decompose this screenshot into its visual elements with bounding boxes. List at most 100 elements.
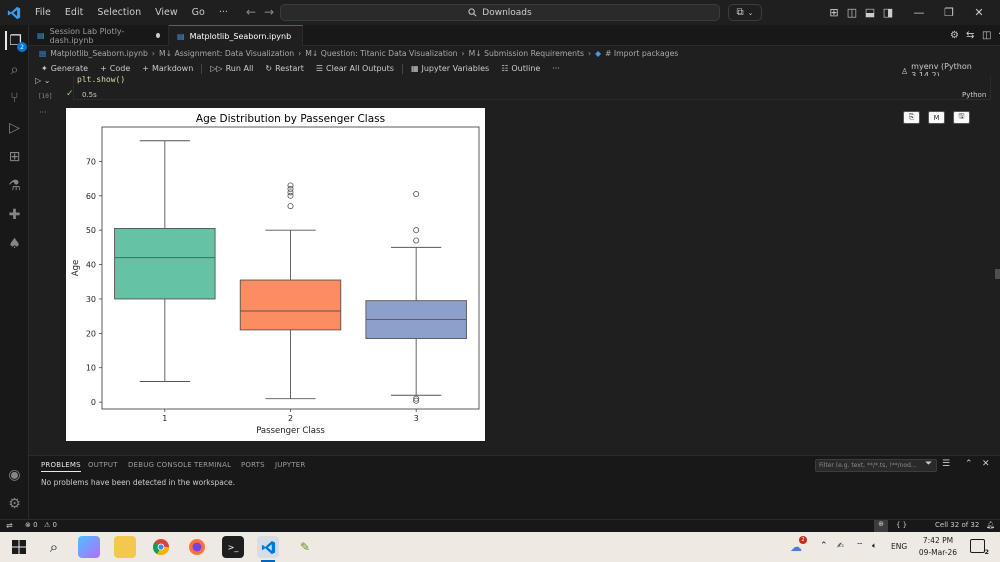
firefox-icon[interactable] [186,536,208,558]
extensions-icon[interactable]: ⊞ [5,147,24,166]
python-icon[interactable]: ✚ [5,205,24,224]
menu-selection[interactable]: Selection [90,7,148,18]
close-panel-icon[interactable]: ✕ [982,459,990,469]
restore-icon[interactable]: ❐ [935,0,963,25]
tab-matplotlib-seaborn[interactable]: ▤ Matplotlib_Seaborn.ipynb [169,25,303,46]
terminal-icon[interactable]: >_ [222,536,244,558]
tab-session-lab[interactable]: ▤ Session Lab Plotly-dash.ipynb [29,25,169,46]
compare-icon[interactable]: ⇆ [966,30,974,41]
save-output-icon[interactable]: 🖫 [953,111,970,124]
app-icon[interactable]: ✎ [294,536,316,558]
chevron-up-icon[interactable]: ⌃ [820,541,828,551]
run-all-button[interactable]: ▷▷ Run All [204,64,259,73]
settings-gear-icon[interactable]: ⚙ [950,30,959,41]
split-editor-icon[interactable]: ◫ [982,30,991,41]
x-axis-label: Passenger Class [256,426,325,436]
add-code-button[interactable]: + Code [94,64,136,73]
tab-output[interactable]: OUTPUT [88,461,118,469]
menu-go[interactable]: Go [185,7,212,18]
volume-icon[interactable]: 🔈︎ [872,541,877,551]
language-indicator[interactable]: ENG [891,542,907,551]
generate-button[interactable]: ✦ Generate [35,64,94,73]
clock-date[interactable]: 09-Mar-26 [916,548,960,557]
breadcrumb-item[interactable]: M↓ Submission Requirements [469,49,584,58]
breadcrumb-item[interactable]: M↓ Question: Titanic Data Visualization [305,49,457,58]
chevron-right-icon: › [461,49,465,58]
menu-file[interactable]: File [28,7,58,18]
outlier-point [413,191,420,198]
jupyter-variables-button[interactable]: ▦ Jupyter Variables [405,64,495,73]
problems-filter-input[interactable]: Filter (e.g. text, **/*.ts, !**/nod... [815,459,937,472]
y-axis-label: Age [71,260,81,276]
close-icon[interactable]: ✕ [965,0,993,25]
chrome-icon[interactable] [150,536,172,558]
unsaved-dot-icon [155,33,160,38]
tab-terminal[interactable]: TERMINAL [194,461,231,469]
pen-input-icon[interactable]: ✍ [837,541,844,550]
filter-icon[interactable]: ⏷ [925,459,932,469]
problems-message: No problems have been detected in the wo… [41,478,236,487]
tab-label: Session Lab Plotly-dash.ipynb [49,26,125,45]
run-debug-icon[interactable]: ▷ [5,118,24,137]
code-label: Code [109,64,131,73]
warnings-indicator[interactable]: ⚠ 0 [44,521,57,529]
outline-label: Outline [511,64,541,73]
wifi-icon[interactable]: ⌔ [856,541,864,551]
cell-position[interactable]: Cell 32 of 32 [935,521,979,529]
notification-center-icon[interactable]: 2 [970,539,989,556]
search-icon[interactable]: ⌕ [5,60,24,79]
gear-icon[interactable]: ⚙ [5,494,24,513]
toolbar-more-button[interactable]: ··· [546,64,566,73]
box-class-1 [114,228,216,300]
copilot-icon: ⧉ [736,7,744,18]
cell-language[interactable]: Python [962,91,986,99]
tab-ports[interactable]: PORTS [241,461,265,469]
tab-problems[interactable]: PROBLEMS [41,461,81,472]
mongodb-leaf-icon[interactable]: ♠ [5,234,24,253]
scrollbar-thumb[interactable] [995,269,1000,279]
tab-debug-console[interactable]: DEBUG CONSOLE [128,461,192,469]
output-more-button[interactable]: ··· [39,108,47,117]
clear-outputs-button[interactable]: ☰ Clear All Outputs [310,64,400,73]
menu-more[interactable]: ··· [212,7,235,18]
explorer-icon[interactable]: ❐ 2 [5,31,27,52]
copilot-app-icon[interactable] [78,536,100,558]
copilot-chat-button[interactable]: ⧉ ⌄ [728,4,762,21]
run-cell-icon[interactable]: ▷ ⌄ [35,76,50,85]
weather-icon[interactable]: ☁ 2 [785,536,807,558]
notifications-bell-icon[interactable]: 🔔︎ [986,521,995,529]
toggle-secondary-sidebar-icon[interactable]: ◨ [874,0,902,25]
clock-time[interactable]: 7:42 PM [920,536,956,545]
vscode-taskbar-icon[interactable] [257,536,279,558]
breadcrumb-item[interactable]: # Import packages [605,49,678,58]
file-explorer-icon[interactable] [114,536,136,558]
maximize-panel-icon[interactable]: ⌃ [965,459,973,469]
add-markdown-button[interactable]: + Markdown [136,64,199,73]
source-control-icon[interactable]: ⑂ [5,88,24,107]
code-cell[interactable] [73,76,991,100]
remote-icon[interactable]: ⇌ [6,521,13,530]
testing-icon[interactable]: ⚗ [5,176,24,195]
breadcrumb-item[interactable]: M↓ Assignment: Data Visualization [159,49,294,58]
tab-jupyter[interactable]: JUPYTER [275,461,306,469]
forward-arrow-icon[interactable]: → [258,5,280,19]
command-center-search[interactable]: Downloads [280,4,720,21]
breadcrumb-file[interactable]: Matplotlib_Seaborn.ipynb [50,49,148,58]
windows-start-icon[interactable] [8,536,30,558]
taskbar-search-icon[interactable]: ⌕ [43,536,65,558]
outline-button[interactable]: ☷ Outline [495,64,546,73]
copy-output-icon[interactable]: ⎘ [903,111,920,124]
braces-icon[interactable]: { } [896,521,907,529]
restart-button[interactable]: ↻ Restart [259,64,309,73]
menu-edit[interactable]: Edit [58,7,90,18]
change-mime-icon[interactable]: M [928,111,945,124]
account-icon[interactable]: ◉ [5,465,24,484]
errors-indicator[interactable]: ⊗ 0 [25,521,38,529]
code-line[interactable]: plt.show() [77,76,125,84]
explorer-badge: 2 [17,42,27,52]
zoom-icon[interactable]: ⊕ [874,520,888,532]
menu-view[interactable]: View [148,7,185,18]
minimize-icon[interactable]: — [905,0,933,25]
status-bar: ⇌ ⊗ 0 ⚠ 0 ⊕ { } Cell 32 of 32 🔔︎ [0,519,1000,532]
collapse-all-icon[interactable]: ☰ [942,459,950,469]
